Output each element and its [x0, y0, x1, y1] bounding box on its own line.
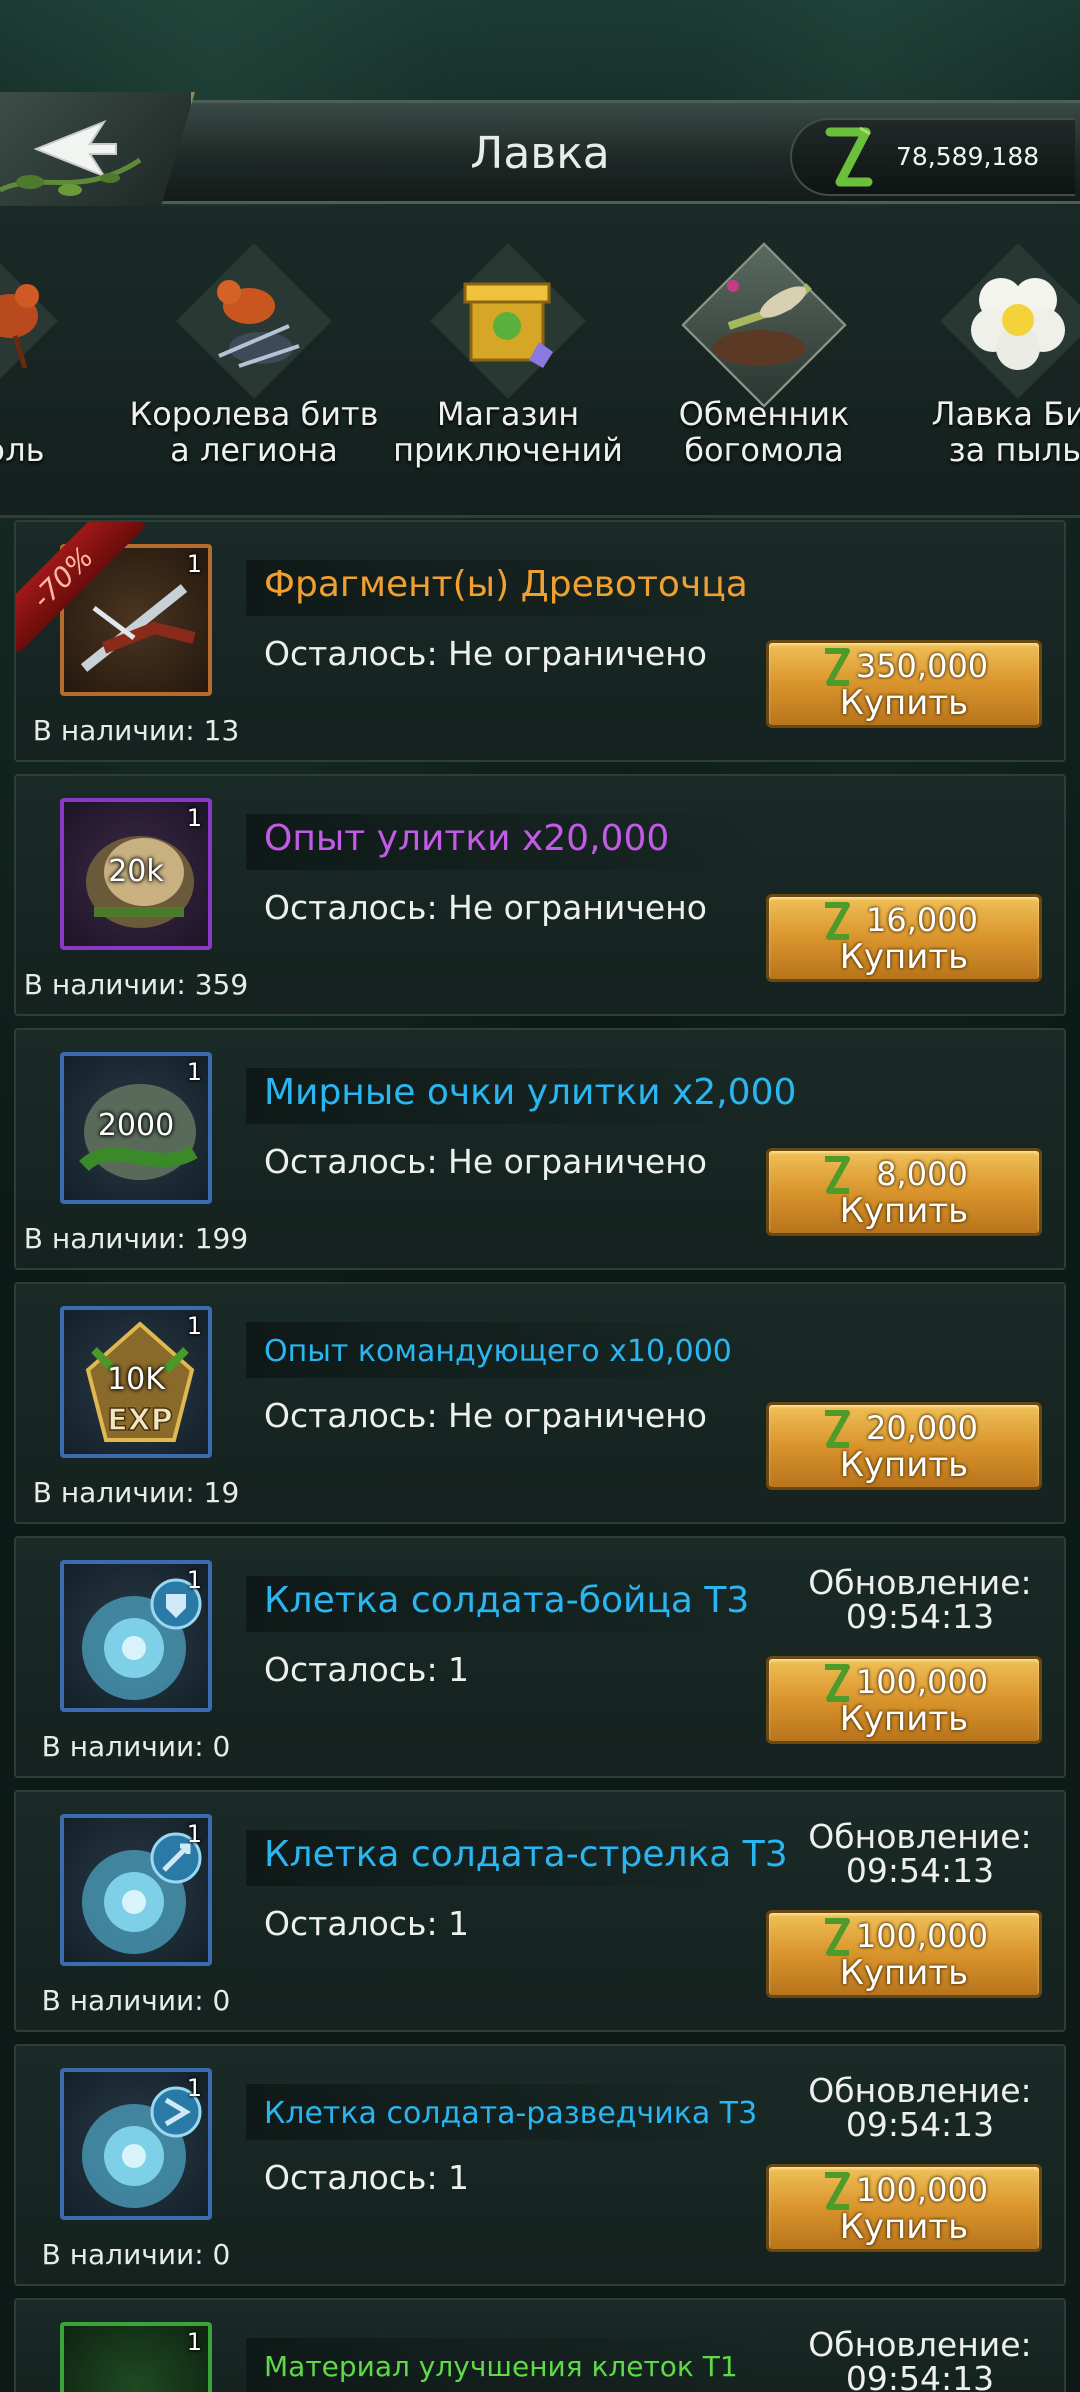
svg-text:EXP: EXP [107, 1403, 173, 1438]
item-amount-overlay: 10K [107, 1362, 165, 1397]
item-quantity: 1 [186, 1566, 202, 1594]
remaining-text: Осталось: Не ограничено [264, 888, 707, 927]
item-quantity: 1 [186, 1058, 202, 1086]
shop-item: 2000 1 В наличии: 199 Мирные очки улитки… [14, 1028, 1066, 1270]
item-name: Клетка солдата-разведчика T3 [264, 2096, 758, 2131]
item-name: Опыт командующего x10,000 [264, 1334, 732, 1369]
queen-battle-icon [217, 280, 300, 368]
remaining-text: Осталось: 1 [264, 2158, 470, 2197]
buy-label: Купить [839, 1699, 969, 1739]
item-quantity: 1 [186, 2074, 202, 2102]
item-name: Материал улучшения клеток T1 [264, 2350, 738, 2383]
stock-count: В наличии: 19 [32, 1476, 240, 1509]
discount-badge: -70% [16, 522, 146, 652]
category-label: Обменник [678, 395, 850, 433]
buy-button[interactable]: 350,000 Купить [766, 640, 1042, 728]
buy-button[interactable]: 20,000 Купить [766, 1402, 1042, 1490]
category-label: Магазин [436, 395, 580, 433]
price-label: 350,000 [855, 647, 989, 685]
item-name: Опыт улитки x20,000 [264, 818, 670, 859]
price-label: 16,000 [866, 901, 978, 939]
item-thumbnail[interactable]: 20k 1 [60, 798, 212, 950]
stock-count: В наличии: 0 [41, 2238, 231, 2271]
category-item[interactable]: Магазин приключений [378, 206, 638, 515]
remaining-text: Осталось: Не ограничено [264, 634, 707, 673]
refresh-timer: Обновление: 09:54:13 [808, 1563, 1032, 1636]
shop-item: EXP 10K 1 В наличии: 19 Опыт командующег… [14, 1282, 1066, 1524]
item-quantity: 1 [186, 1312, 202, 1340]
category-strip[interactable]: н дуэль Королева битва легиона Магазинпр… [0, 206, 1080, 518]
buy-label: Купить [839, 683, 969, 723]
gift-box-icon [463, 282, 553, 368]
shop-item: 1 В наличии: 0 Клетка солдата-разведчика… [14, 2044, 1066, 2286]
buy-label: Купить [839, 2207, 969, 2247]
buy-button[interactable]: 16,000 Купить [766, 894, 1042, 982]
category-item[interactable]: Лавка Битза пылы [888, 206, 1080, 515]
price-label: 100,000 [855, 1917, 989, 1955]
shop-item: 1 В наличии: 0 Клетка солдата-бойца T3 О… [14, 1536, 1066, 1778]
item-quantity: 1 [186, 2328, 202, 2356]
stock-count: В наличии: 0 [41, 1984, 231, 2017]
ant-duel-icon [0, 284, 39, 369]
stock-count: В наличии: 359 [23, 968, 249, 1001]
category-item-selected[interactable]: Обменник богомола [634, 206, 894, 515]
currency-amount: 78,589,188 [896, 142, 1040, 171]
item-thumbnail[interactable]: 1 [60, 2322, 212, 2392]
item-name: Клетка солдата-бойца T3 [264, 1580, 750, 1621]
mantis-icon [713, 280, 812, 366]
item-name: Фрагмент(ы) Древоточца [264, 564, 748, 605]
shop-item: 1 -70% В наличии: 13 Фрагмент(ы) Древото… [14, 520, 1066, 762]
category-label: Лавка Бит [931, 395, 1080, 433]
remaining-text: Осталось: 1 [264, 1650, 470, 1689]
item-thumbnail[interactable]: 1 [60, 2068, 212, 2220]
price-label: 100,000 [855, 1663, 989, 1701]
stock-count: В наличии: 13 [32, 714, 240, 747]
price-label: 100,000 [855, 2171, 989, 2209]
shop-item: 1 Материал улучшения клеток T1 Обновлени… [14, 2298, 1066, 2392]
category-label: Королева битв [129, 395, 379, 433]
category-label: н дуэль [0, 431, 45, 469]
buy-label: Купить [839, 937, 969, 977]
refresh-timer: Обновление: 09:54:13 [808, 1817, 1032, 1890]
shop-item: 20k 1 В наличии: 359 Опыт улитки x20,000… [14, 774, 1066, 1016]
stock-count: В наличии: 199 [23, 1222, 249, 1255]
buy-label: Купить [839, 1445, 969, 1485]
category-item[interactable]: н дуэль [0, 206, 110, 515]
price-label: 8,000 [876, 1155, 968, 1193]
item-thumbnail[interactable]: 2000 1 [60, 1052, 212, 1204]
refresh-timer: Обновление: 09:54:13 [808, 2325, 1032, 2392]
buy-label: Купить [839, 1953, 969, 1993]
stock-count: В наличии: 0 [41, 1730, 231, 1763]
buy-button[interactable]: 8,000 Купить [766, 1148, 1042, 1236]
currency-display: 78,589,188 [790, 118, 1075, 196]
discount-label: -70% [16, 522, 146, 652]
item-name: Мирные очки улитки x2,000 [264, 1072, 797, 1113]
item-thumbnail[interactable]: 1 [60, 1560, 212, 1712]
buy-button[interactable]: 100,000 Купить [766, 1910, 1042, 1998]
mantis-currency-icon [825, 126, 873, 187]
buy-label: Купить [839, 1191, 969, 1231]
item-quantity: 1 [186, 1820, 202, 1848]
item-thumbnail[interactable]: EXP 10K 1 [60, 1306, 212, 1458]
item-amount-overlay: 2000 [97, 1108, 175, 1143]
category-item[interactable]: Королева битв а легиона [124, 206, 384, 515]
item-thumbnail[interactable]: 1 [60, 1814, 212, 1966]
remaining-text: Осталось: Не ограничено [264, 1396, 707, 1435]
buy-button[interactable]: 100,000 Купить [766, 2164, 1042, 2252]
flower-icon [971, 278, 1065, 370]
item-quantity: 1 [186, 550, 202, 578]
price-label: 20,000 [866, 1409, 978, 1447]
item-name: Клетка солдата-стрелка T3 [264, 1834, 788, 1875]
item-quantity: 1 [186, 804, 202, 832]
refresh-timer: Обновление: 09:54:13 [808, 2071, 1032, 2144]
buy-button[interactable]: 100,000 Купить [766, 1656, 1042, 1744]
shop-item: 1 В наличии: 0 Клетка солдата-стрелка T3… [14, 1790, 1066, 2032]
remaining-text: Осталось: 1 [264, 1904, 470, 1943]
remaining-text: Осталось: Не ограничено [264, 1142, 707, 1181]
item-amount-overlay: 20k [108, 854, 164, 889]
